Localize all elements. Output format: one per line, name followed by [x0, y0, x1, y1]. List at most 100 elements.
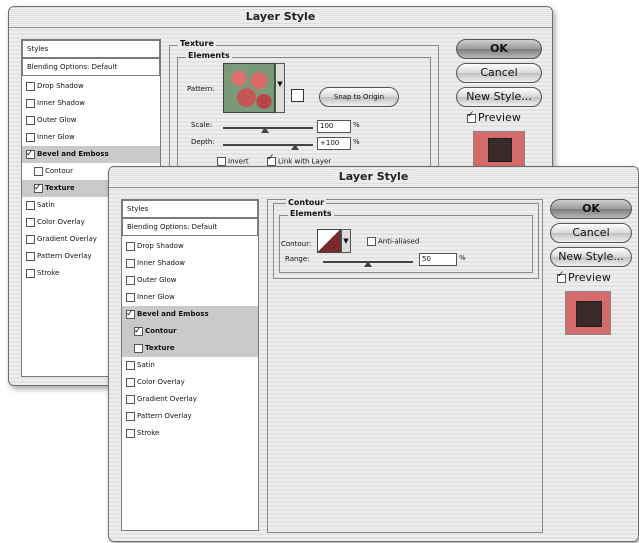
depth-label: Depth:: [191, 138, 215, 146]
preview-checkbox[interactable]: Preview: [557, 270, 611, 284]
new-style-button[interactable]: New Style...: [456, 87, 542, 107]
checkbox-icon[interactable]: [126, 292, 135, 302]
style-list-item[interactable]: Bevel and Emboss: [22, 146, 160, 163]
style-list-item[interactable]: Outer Glow: [122, 272, 258, 289]
style-list-item[interactable]: Inner Shadow: [22, 95, 160, 112]
style-list-item-label: Outer Glow: [37, 116, 77, 124]
checkbox-icon[interactable]: [126, 377, 135, 387]
checkbox-icon[interactable]: [126, 275, 135, 285]
checkbox-icon[interactable]: [26, 251, 35, 261]
depth-slider-thumb[interactable]: [291, 144, 299, 150]
checkbox-icon[interactable]: [26, 81, 35, 91]
title-bar[interactable]: Layer Style: [9, 7, 552, 28]
blending-options-item[interactable]: Blending Options: Default: [22, 58, 160, 76]
style-list-item[interactable]: Gradient Overlay: [122, 391, 258, 408]
style-list-item-label: Texture: [45, 184, 75, 192]
cancel-button[interactable]: Cancel: [550, 223, 632, 243]
style-list-item-label: Drop Shadow: [37, 82, 84, 90]
layer-style-dialog-front: Layer Style Styles Blending Options: Def…: [108, 166, 639, 542]
style-list-item-label: Color Overlay: [37, 218, 85, 226]
ok-button[interactable]: OK: [456, 39, 542, 59]
pattern-dropdown-arrow-icon[interactable]: ▼: [275, 63, 285, 113]
link-with-layer-checkbox[interactable]: Link with Layer: [267, 153, 331, 166]
new-style-button[interactable]: New Style...: [550, 247, 632, 267]
style-list-item[interactable]: Outer Glow: [22, 112, 160, 129]
scale-slider-thumb[interactable]: [261, 127, 269, 133]
anti-aliased-checkbox[interactable]: Anti-aliased: [367, 237, 419, 246]
invert-checkbox[interactable]: Invert: [217, 157, 249, 166]
style-list-item[interactable]: Inner Glow: [22, 129, 160, 146]
depth-field[interactable]: +100: [317, 137, 351, 150]
checkbox-icon: [217, 157, 226, 166]
style-list-item[interactable]: Texture: [122, 340, 258, 357]
style-list-item[interactable]: Pattern Overlay: [122, 408, 258, 425]
checkbox-checked-icon: [267, 153, 276, 166]
ok-button[interactable]: OK: [550, 199, 632, 219]
checkbox-checked-icon[interactable]: [34, 180, 43, 197]
checkbox-icon[interactable]: [26, 98, 35, 108]
style-list-item[interactable]: Contour: [122, 323, 258, 340]
style-list-item-label: Color Overlay: [137, 378, 185, 386]
checkbox-icon[interactable]: [26, 268, 35, 278]
style-list-item-label: Pattern Overlay: [37, 252, 92, 260]
style-list-item-label: Bevel and Emboss: [137, 310, 209, 318]
elements-title: Elements: [186, 51, 232, 60]
checkbox-icon[interactable]: [26, 115, 35, 125]
new-preset-icon[interactable]: [291, 89, 304, 102]
contour-preview-icon[interactable]: [317, 229, 341, 253]
section-title: Texture: [178, 39, 216, 48]
checkbox-icon[interactable]: [126, 394, 135, 404]
range-field[interactable]: 50: [419, 253, 457, 266]
checkbox-icon: [367, 237, 376, 246]
checkbox-icon[interactable]: [26, 217, 35, 227]
checkbox-icon[interactable]: [26, 234, 35, 244]
snap-to-origin-button[interactable]: Snap to Origin: [319, 87, 399, 107]
style-list-item-label: Texture: [145, 344, 175, 352]
styles-header[interactable]: Styles: [22, 40, 160, 58]
checkbox-icon[interactable]: [126, 258, 135, 268]
style-list-item[interactable]: Drop Shadow: [122, 238, 258, 255]
checkbox-checked-icon[interactable]: [26, 146, 35, 163]
checkbox-icon[interactable]: [26, 132, 35, 142]
window-title: Layer Style: [239, 10, 322, 23]
style-list-item-label: Drop Shadow: [137, 242, 184, 250]
blending-options-item[interactable]: Blending Options: Default: [122, 218, 258, 236]
style-list-item[interactable]: Satin: [122, 357, 258, 374]
pattern-swatch[interactable]: [223, 63, 275, 113]
checkbox-icon[interactable]: [26, 200, 35, 210]
style-list-item-label: Stroke: [37, 269, 60, 277]
range-slider-thumb[interactable]: [364, 261, 372, 267]
checkbox-checked-icon[interactable]: [126, 306, 135, 323]
style-list-item[interactable]: Inner Shadow: [122, 255, 258, 272]
style-list-item[interactable]: Color Overlay: [122, 374, 258, 391]
style-list-item-label: Contour: [145, 327, 177, 335]
scale-field[interactable]: 100: [317, 120, 351, 133]
contour-label: Contour:: [281, 240, 312, 248]
cancel-button[interactable]: Cancel: [456, 63, 542, 83]
checkbox-icon[interactable]: [126, 241, 135, 251]
style-list-item-label: Contour: [45, 167, 73, 175]
style-list-item[interactable]: Drop Shadow: [22, 78, 160, 95]
checkbox-icon[interactable]: [126, 428, 135, 438]
preview-checkbox[interactable]: Preview: [467, 110, 521, 124]
style-list-item-label: Satin: [37, 201, 55, 209]
title-bar[interactable]: Layer Style: [109, 167, 638, 188]
styles-header[interactable]: Styles: [122, 200, 258, 218]
checkbox-icon[interactable]: [126, 411, 135, 421]
checkbox-icon[interactable]: [134, 343, 143, 353]
style-list-item-label: Pattern Overlay: [137, 412, 192, 420]
anti-aliased-label: Anti-aliased: [378, 237, 420, 246]
preview-label: Preview: [478, 111, 521, 124]
invert-label: Invert: [228, 157, 249, 166]
scale-label: Scale:: [191, 121, 213, 129]
style-list-item[interactable]: Bevel and Emboss: [122, 306, 258, 323]
checkbox-checked-icon[interactable]: [134, 323, 143, 340]
style-list-item[interactable]: Stroke: [122, 425, 258, 442]
checkbox-icon[interactable]: [34, 166, 43, 176]
checkbox-checked-icon: [557, 270, 566, 283]
style-list-item[interactable]: Inner Glow: [122, 289, 258, 306]
contour-dropdown-arrow-icon[interactable]: ▼: [341, 229, 351, 253]
style-list-item-label: Satin: [137, 361, 155, 369]
depth-slider-track[interactable]: [223, 144, 313, 146]
checkbox-icon[interactable]: [126, 360, 135, 370]
